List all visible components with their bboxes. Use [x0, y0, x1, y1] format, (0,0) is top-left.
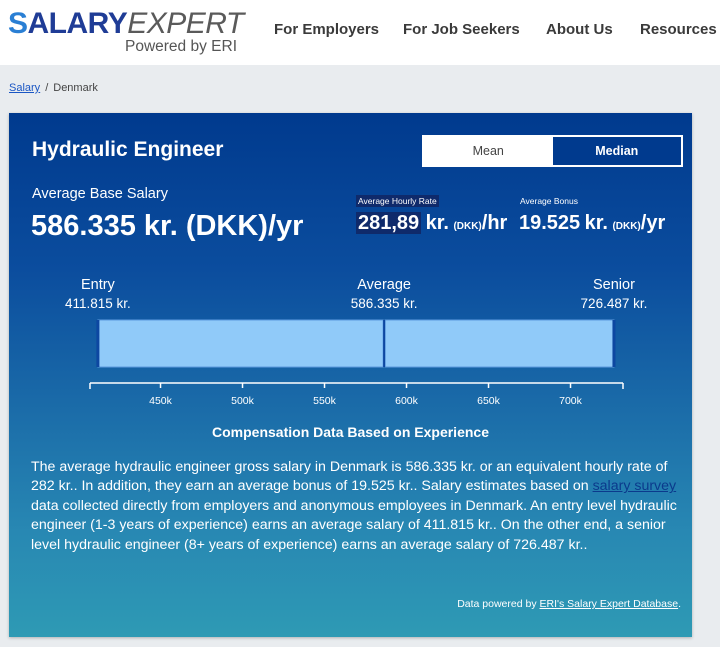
breadcrumb-current: Denmark — [53, 82, 98, 94]
logo-salary: ALARY — [27, 7, 128, 40]
data-source-suffix: . — [678, 598, 681, 610]
logo-s: S — [8, 7, 28, 40]
salary-expert-logo[interactable]: SALARYEXPERT Powered by ERI — [8, 6, 244, 58]
site-header: SALARYEXPERT Powered by ERI For Employer… — [0, 0, 720, 65]
nav-about-us[interactable]: About Us — [546, 21, 613, 38]
description-part-2: data collected directly from employers a… — [31, 497, 677, 553]
x-tick-label-700k: 700k — [559, 395, 583, 407]
salary-description: The average hydraulic engineer gross sal… — [31, 458, 681, 555]
description-part-1: The average hydraulic engineer gross sal… — [31, 459, 668, 495]
bar-entry-to-average — [97, 319, 384, 368]
breadcrumb-separator: / — [45, 82, 49, 94]
nav-resources[interactable]: Resources — [640, 21, 717, 38]
logo-wordmark: SALARYEXPERT — [8, 6, 244, 42]
experience-chart: 450k 500k 550k 600k 650k 700k — [89, 319, 624, 407]
breadcrumb: Salary / Denmark — [9, 82, 98, 94]
x-tick-label-500k: 500k — [231, 395, 255, 407]
logo-tagline: Powered by ERI — [125, 38, 237, 55]
x-tick-label-450k: 450k — [149, 395, 173, 407]
x-tick-label-550k: 550k — [313, 395, 337, 407]
nav-for-employers[interactable]: For Employers — [274, 21, 379, 38]
breadcrumb-salary-link[interactable]: Salary — [9, 82, 40, 94]
salary-survey-link[interactable]: salary survey — [593, 478, 677, 494]
chart-title: Compensation Data Based on Experience — [212, 424, 489, 440]
eri-database-link[interactable]: ERI's Salary Expert Database — [540, 598, 679, 610]
data-source-note: Data powered by ERI's Salary Expert Data… — [457, 598, 681, 610]
bar-average-to-senior — [384, 319, 615, 368]
data-source-prefix: Data powered by — [457, 598, 540, 610]
logo-expert: EXPERT — [127, 7, 244, 40]
x-tick-label-650k: 650k — [477, 395, 501, 407]
x-tick-label-600k: 600k — [395, 395, 419, 407]
salary-card: Hydraulic Engineer Mean Median Average B… — [9, 113, 692, 637]
nav-for-job-seekers[interactable]: For Job Seekers — [403, 21, 520, 38]
